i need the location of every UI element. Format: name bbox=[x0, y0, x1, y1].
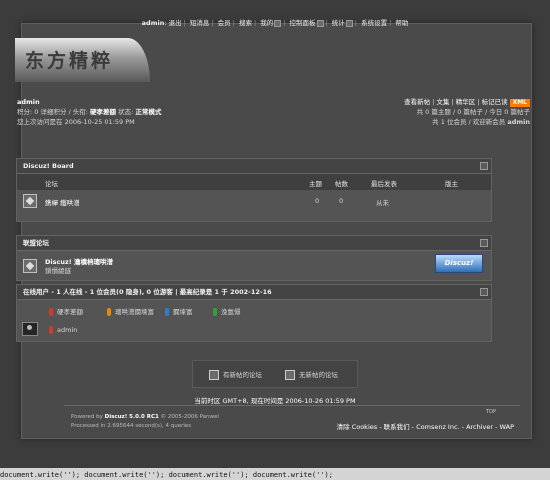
last-visit: 您上次访问是在 2006-10-25 01:59 PM bbox=[17, 118, 135, 126]
site-logo[interactable]: 东方精粹 bbox=[15, 38, 150, 82]
col-last-post: 最后发表 bbox=[371, 180, 397, 188]
quick-links: 查看新帖 | 文集 | 精华区 | 标记已读 XML 共 0 篇主题 / 0 篇帖… bbox=[404, 98, 530, 126]
user-group-icon bbox=[213, 308, 217, 316]
col-moderator: 版主 bbox=[445, 180, 458, 188]
user-info: admin 积分: 0 详细积分 / 头衔: 硬孝差額 状态: 正常模式 您上次… bbox=[17, 97, 161, 127]
footer-powered: Powered by Discuz! 5.0.0 RC1 © 2005-2006… bbox=[71, 414, 219, 429]
dropdown-caret-icon[interactable] bbox=[316, 19, 324, 27]
board-header: Discuz! Board bbox=[17, 159, 491, 174]
user-group-icon bbox=[49, 326, 53, 334]
link-new-posts[interactable]: 查看新帖 bbox=[404, 98, 430, 106]
nav-control-panel[interactable]: 控制面板 bbox=[290, 19, 316, 27]
collapse-icon[interactable] bbox=[480, 239, 488, 247]
board-column-headers: 论坛 主题 帖数 最后发表 版主 bbox=[17, 174, 491, 190]
nav-logout[interactable]: 退出 bbox=[169, 19, 182, 27]
user-group-icon bbox=[107, 308, 111, 316]
user-credits-line: 积分: 0 详细积分 / 头衔: 硬孝差額 状态: 正常模式 bbox=[17, 108, 162, 116]
legend-supermod: 璁哄潧鐗堜富 bbox=[107, 306, 154, 316]
newest-member[interactable]: admin bbox=[507, 118, 530, 126]
user-group-icon bbox=[165, 308, 169, 316]
legend-no-new-posts: 无新帖的论坛 bbox=[285, 369, 338, 380]
top-navigation: admin: 退出 | 短消息 | 会员 | 搜索 | 我的 | 控制面板 | 统计 | 系统… bbox=[141, 19, 409, 27]
user-group-icon bbox=[49, 308, 53, 316]
link-digest[interactable]: 精华区 bbox=[456, 98, 476, 106]
user-status[interactable]: 正常模式 bbox=[135, 108, 161, 116]
no-new-posts-icon bbox=[285, 370, 295, 380]
legend-moderator: 鐗堜富 bbox=[165, 306, 193, 316]
forum-topics: 0 bbox=[315, 197, 320, 205]
collapse-icon[interactable] bbox=[480, 162, 488, 170]
legend-new-posts: 有新帖的论坛 bbox=[209, 369, 262, 380]
forum-stats: 共 0 篇主题 / 0 篇帖子 / 今日 0 篇帖子 bbox=[416, 108, 530, 116]
footer-links[interactable]: 清除 Cookies - 联系我们 - Comsenz Inc. - Archi… bbox=[337, 421, 514, 431]
collapse-icon[interactable] bbox=[480, 288, 488, 296]
nav-search[interactable]: 搜索 bbox=[239, 19, 252, 27]
footer-divider bbox=[64, 405, 520, 406]
col-posts: 帖数 bbox=[335, 180, 348, 188]
board-panel: Discuz! Board 论坛 主题 帖数 最后发表 版主 鎸樿 鐵哄潧 0 … bbox=[16, 158, 492, 222]
link-mark-read[interactable]: 标记已读 bbox=[482, 98, 508, 106]
dropdown-caret-icon[interactable] bbox=[345, 19, 353, 27]
processed-time: Processed in 2.695644 second(s), 4 queri… bbox=[71, 423, 192, 429]
dropdown-caret-icon[interactable] bbox=[274, 19, 282, 27]
xml-feed-badge[interactable]: XML bbox=[509, 99, 530, 107]
powered-link[interactable]: Discuz! 5.0.0 RC1 bbox=[105, 414, 159, 420]
new-posts-icon bbox=[209, 370, 219, 380]
nav-my[interactable]: 我的 bbox=[260, 19, 273, 27]
nav-messages[interactable]: 短消息 bbox=[190, 19, 210, 27]
link-collections[interactable]: 文集 bbox=[436, 98, 449, 106]
forum-row: 鎸樿 鐵哄潧 0 0 从未 bbox=[17, 190, 491, 212]
league-panel: 联盟论坛 Discuz! 瀹樻柟璁哄潧 鎻愪緵鐩 Discuz! bbox=[16, 235, 492, 281]
forum-status-icon bbox=[23, 259, 37, 273]
timezone-line: 当前时区 GMT+8, 现在时间是 2006-10-26 01:59 PM bbox=[194, 397, 356, 405]
online-header: 在线用户 - 1 人在线 - 1 位会员(0 隐身), 0 位游客 | 最高纪录… bbox=[17, 285, 491, 300]
league-logo-badge[interactable]: Discuz! bbox=[435, 254, 483, 273]
forum-name[interactable]: 鎸樿 鐵哄潧 bbox=[45, 197, 80, 207]
league-desc: 鎻愪緵鐩 bbox=[45, 267, 71, 275]
status-text: document.write(''); document.write(''); … bbox=[0, 471, 333, 479]
legend-member: 浼氬憳 bbox=[213, 306, 241, 316]
member-stats: 共 1 位会员 / 欢迎新会员 admin bbox=[432, 118, 530, 126]
nav-help[interactable]: 帮助 bbox=[395, 19, 408, 27]
col-topics: 主题 bbox=[309, 180, 322, 188]
online-avatar-icon bbox=[22, 322, 38, 336]
user-name[interactable]: admin bbox=[17, 97, 161, 107]
nav-admin[interactable]: 系统设置 bbox=[361, 19, 387, 27]
online-users: 硬孝差額 璁哄潧鐗堜富 鐗堜富 浼氬憳 admin bbox=[17, 300, 491, 344]
nav-members[interactable]: 会员 bbox=[218, 19, 231, 27]
league-header: 联盟论坛 bbox=[17, 236, 491, 251]
user-title: 硬孝差額 bbox=[90, 108, 117, 116]
league-row: Discuz! 瀹樻柟璁哄潧 鎻愪緵鐩 Discuz! bbox=[17, 251, 491, 279]
forum-posts: 0 bbox=[339, 197, 344, 205]
online-user-admin[interactable]: admin bbox=[49, 326, 77, 334]
nav-username[interactable]: admin bbox=[142, 19, 165, 27]
online-panel: 在线用户 - 1 人在线 - 1 位会员(0 隐身), 0 位游客 | 最高纪录… bbox=[16, 284, 492, 342]
top-link[interactable]: TOP bbox=[486, 409, 496, 415]
forum-status-icon bbox=[23, 194, 37, 208]
forum-last-post: 从未 bbox=[376, 199, 389, 207]
forum-icon-legend: 有新帖的论坛 无新帖的论坛 bbox=[192, 360, 358, 388]
col-forum: 论坛 bbox=[45, 180, 58, 188]
nav-stats[interactable]: 统计 bbox=[332, 19, 345, 27]
legend-admin: 硬孝差額 bbox=[49, 306, 83, 316]
logo-text: 东方精粹 bbox=[25, 50, 114, 72]
